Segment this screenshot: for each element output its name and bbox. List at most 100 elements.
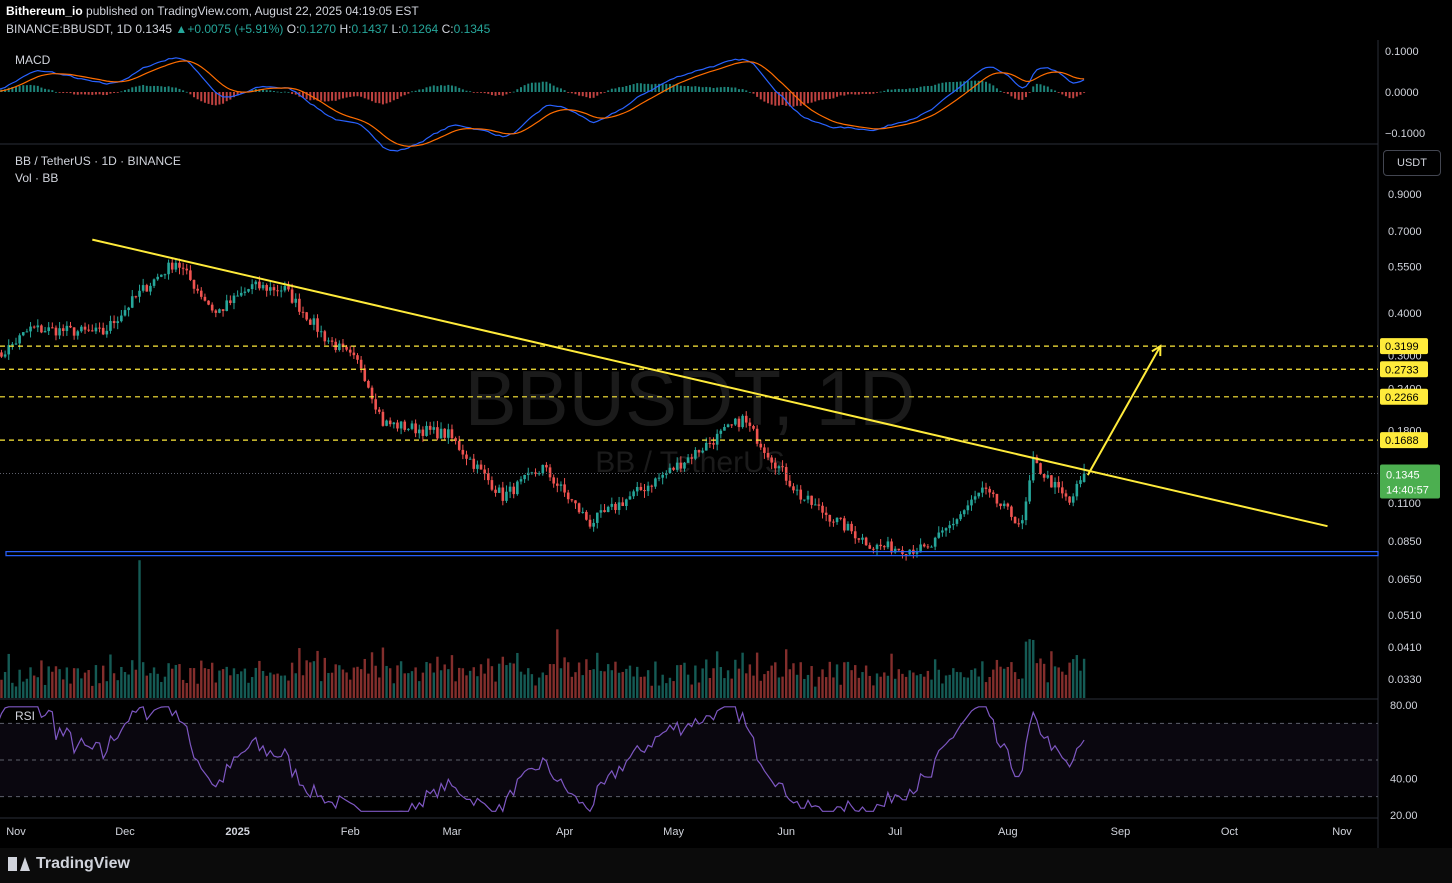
macd-histogram-bar xyxy=(400,92,403,97)
candle-body xyxy=(1010,506,1013,517)
candle xyxy=(51,322,54,329)
candle-body xyxy=(857,538,861,540)
macd-histogram-bar xyxy=(1050,89,1053,92)
macd-histogram-bar xyxy=(407,92,410,94)
candle xyxy=(988,486,991,498)
volume-bar xyxy=(966,677,970,698)
volume-bar xyxy=(963,677,966,698)
volume-bar xyxy=(210,662,214,698)
macd-histogram-bar xyxy=(861,92,864,94)
candle-body xyxy=(370,387,374,400)
volume-bar xyxy=(1053,666,1057,698)
volume-bar xyxy=(450,655,454,698)
time-tick-label: Dec xyxy=(115,826,135,838)
candle xyxy=(294,293,298,308)
macd-histogram-bar xyxy=(109,92,112,94)
candle-body xyxy=(574,500,577,504)
candle xyxy=(577,502,581,514)
candle xyxy=(574,500,577,509)
currency-button[interactable]: USDT xyxy=(1383,150,1441,176)
macd-histogram-bar xyxy=(618,87,621,92)
candle-body xyxy=(210,304,214,311)
candle-body xyxy=(316,318,319,332)
candle xyxy=(403,419,407,432)
candle xyxy=(203,293,207,302)
candle xyxy=(18,333,21,350)
candle-body xyxy=(11,344,14,346)
candle-body xyxy=(123,310,127,316)
tradingview-logo[interactable]: TradingView xyxy=(8,855,130,873)
candle xyxy=(476,460,479,474)
candle xyxy=(276,284,279,297)
candle xyxy=(352,346,356,359)
volume-pane xyxy=(0,560,1086,698)
volume-bar xyxy=(901,673,904,698)
candle-body xyxy=(76,331,80,336)
rsi-tick-label: 80.00 xyxy=(1390,700,1418,712)
volume-bar xyxy=(995,659,999,698)
macd-histogram-bar xyxy=(741,89,744,92)
volume-bar xyxy=(606,664,610,698)
candle xyxy=(399,420,403,435)
volume-bar xyxy=(218,670,221,698)
candle xyxy=(973,490,977,504)
macd-histogram-bar xyxy=(414,90,417,92)
candle xyxy=(40,324,43,334)
candle xyxy=(1053,477,1057,494)
macd-line xyxy=(0,57,1085,152)
macd-histogram-bar xyxy=(113,92,116,93)
macd-histogram-bar xyxy=(487,92,490,94)
candle-body xyxy=(436,427,439,439)
candle-body xyxy=(872,548,875,550)
candle-body xyxy=(843,518,846,531)
volume-bar xyxy=(948,674,951,698)
candle-body xyxy=(145,285,149,292)
volume-bar xyxy=(443,664,446,698)
macd-histogram-bar xyxy=(846,92,849,95)
volume-bar xyxy=(832,677,835,698)
macd-histogram-bar xyxy=(985,81,988,92)
volume-bar xyxy=(258,660,261,698)
candle xyxy=(817,498,821,511)
macd-histogram-bar xyxy=(1021,92,1024,100)
candle-body xyxy=(868,545,872,549)
candle xyxy=(872,546,875,554)
volume-bar xyxy=(36,677,39,698)
time-axis[interactable]: Nov Dec 2025 Feb Mar Apr May Jun Jul Aug Sep Oct Nov xyxy=(6,826,1352,838)
candle-body xyxy=(348,349,352,353)
volume-bar xyxy=(29,667,32,698)
macd-histogram-bar xyxy=(592,92,595,98)
candle-body xyxy=(984,487,988,489)
candle-body xyxy=(1028,480,1031,502)
candle-body xyxy=(130,296,134,308)
macd-histogram-bar xyxy=(84,92,87,95)
candle xyxy=(904,553,908,561)
macd-histogram-bar xyxy=(908,88,911,92)
volume-bar xyxy=(18,669,21,698)
candle-body xyxy=(1057,481,1060,488)
candle xyxy=(472,453,476,473)
macd-histogram-bar xyxy=(94,92,97,95)
volume-bar xyxy=(319,681,323,698)
candle-body xyxy=(283,286,287,291)
macd-histogram-bar xyxy=(131,87,134,92)
volume-bar xyxy=(501,656,505,698)
candle-body xyxy=(545,464,548,468)
candle-body xyxy=(701,450,704,453)
macd-histogram-bar xyxy=(211,92,214,105)
volume-bar xyxy=(941,683,944,698)
candle-body xyxy=(298,298,301,312)
candle xyxy=(628,491,632,500)
volume-bar xyxy=(163,676,167,698)
chart-canvas[interactable]: MACD BB / TetherUS · 1D · BINANCE Vol · … xyxy=(0,0,1452,848)
macd-histogram-bar xyxy=(142,84,145,92)
volume-bar xyxy=(1032,639,1035,698)
macd-histogram-bar xyxy=(919,86,922,92)
macd-histogram-bar xyxy=(821,92,824,100)
volume-bar xyxy=(330,672,334,698)
candle xyxy=(265,283,268,297)
candle-body xyxy=(338,343,341,350)
candle-body xyxy=(239,292,243,296)
main-pane-label: BB / TetherUS · 1D · BINANCE xyxy=(15,154,181,168)
volume-bar xyxy=(643,676,646,698)
